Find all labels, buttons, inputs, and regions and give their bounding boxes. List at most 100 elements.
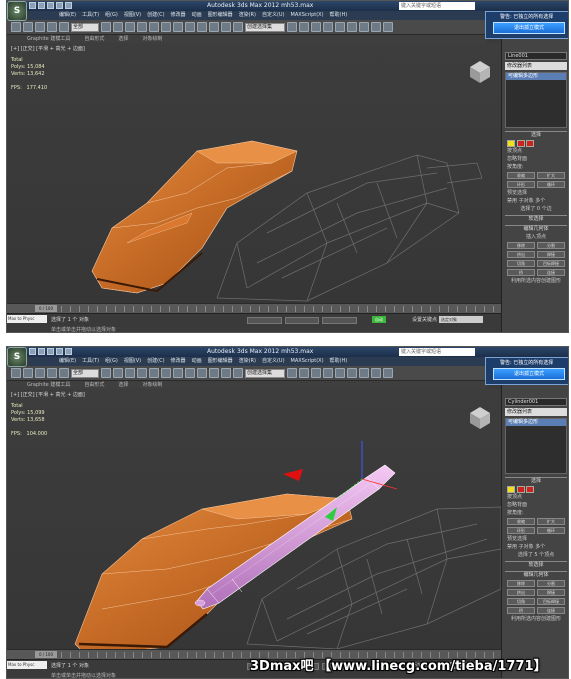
move-icon[interactable] bbox=[149, 22, 159, 32]
menu-item-rendering[interactable]: 渲染(R) bbox=[239, 11, 256, 20]
viewport[interactable] bbox=[7, 43, 501, 303]
preview-subobject-radio[interactable]: 子对象 bbox=[519, 544, 534, 550]
render-setup-icon[interactable] bbox=[359, 368, 369, 378]
select-icon[interactable] bbox=[101, 22, 111, 32]
select-by-name-icon[interactable] bbox=[113, 368, 123, 378]
menu-item-modifiers[interactable]: 修改器 bbox=[171, 357, 186, 366]
modifier-list-dropdown[interactable]: 修改器列表 bbox=[505, 62, 567, 70]
soft-selection-rollout[interactable]: 软选择 bbox=[505, 561, 567, 568]
rect-select-icon[interactable] bbox=[125, 368, 135, 378]
vertex-mode-icon[interactable] bbox=[507, 486, 515, 493]
named-selection-dropdown[interactable]: 创建选择集 bbox=[245, 368, 285, 378]
y-field[interactable] bbox=[284, 317, 320, 324]
menu-item-create[interactable]: 创建(C) bbox=[147, 357, 164, 366]
render-icon[interactable] bbox=[383, 368, 393, 378]
spinner-snap-icon[interactable] bbox=[233, 22, 243, 32]
window-crossing-icon[interactable] bbox=[137, 368, 147, 378]
menu-item-help[interactable]: 帮助(H) bbox=[330, 357, 348, 366]
selection-filter-dropdown[interactable]: 全部 bbox=[71, 22, 99, 32]
auto-key-button[interactable]: 自动 bbox=[372, 316, 386, 323]
tab-freeform[interactable]: 自由形式 bbox=[84, 35, 104, 43]
window-crossing-icon[interactable] bbox=[137, 22, 147, 32]
link-icon[interactable] bbox=[35, 368, 45, 378]
viewport[interactable] bbox=[7, 389, 501, 649]
unlink-icon[interactable] bbox=[47, 22, 57, 32]
menu-item-edit[interactable]: 编辑(E) bbox=[59, 357, 76, 366]
angle-snap-icon[interactable] bbox=[209, 368, 219, 378]
snap-icon[interactable] bbox=[197, 22, 207, 32]
undo-icon[interactable] bbox=[56, 2, 63, 9]
schematic-icon[interactable] bbox=[335, 22, 345, 32]
search-input[interactable]: 键入关键字或短语 bbox=[399, 348, 475, 356]
tab-selection[interactable]: 选择 bbox=[118, 381, 128, 389]
tab-object-paint[interactable]: 对象绘制 bbox=[142, 35, 162, 43]
by-vertex-checkbox[interactable]: 按顶点 bbox=[507, 148, 565, 154]
scale-icon[interactable] bbox=[173, 22, 183, 32]
menu-item-graph-editors[interactable]: 图形编辑器 bbox=[208, 357, 233, 366]
preview-multi-radio[interactable]: 多个 bbox=[535, 544, 545, 550]
preview-multi-radio[interactable]: 多个 bbox=[535, 198, 545, 204]
by-angle-checkbox[interactable]: 按角度: bbox=[507, 510, 565, 516]
layer-icon[interactable] bbox=[311, 22, 321, 32]
render-icon[interactable] bbox=[383, 22, 393, 32]
grow-button[interactable]: 扩大 bbox=[537, 172, 565, 179]
remove-button[interactable]: 移除 bbox=[507, 580, 535, 587]
object-name-field[interactable]: Line001 bbox=[505, 52, 567, 60]
remove-button[interactable]: 移除 bbox=[507, 242, 535, 249]
exit-isolation-button[interactable]: 退出孤立模式 bbox=[493, 22, 565, 34]
tab-graphite[interactable]: Graphite 建模工具 bbox=[27, 381, 70, 389]
timeline[interactable]: 0 / 100 bbox=[7, 303, 501, 313]
viewport-label[interactable]: [+] [正交] [平滑 + 高光 + 边面] bbox=[11, 391, 85, 398]
menu-item-customize[interactable]: 自定义(U) bbox=[262, 357, 285, 366]
menu-item-customize[interactable]: 自定义(U) bbox=[262, 11, 285, 20]
new-icon[interactable] bbox=[29, 2, 36, 9]
menu-item-create[interactable]: 创建(C) bbox=[147, 11, 164, 20]
menu-item-help[interactable]: 帮助(H) bbox=[330, 11, 348, 20]
menu-item-maxscript[interactable]: MAXScript(X) bbox=[291, 11, 324, 20]
rect-select-icon[interactable] bbox=[125, 22, 135, 32]
search-input[interactable]: 键入关键字或短语 bbox=[399, 2, 475, 10]
named-selection-dropdown[interactable]: 创建选择集 bbox=[245, 22, 285, 32]
loop-button[interactable]: 循环 bbox=[537, 181, 565, 188]
stack-item[interactable]: 可编辑多边形 bbox=[506, 73, 566, 80]
menu-item-rendering[interactable]: 渲染(R) bbox=[239, 357, 256, 366]
edge-mode-icon[interactable] bbox=[516, 486, 525, 493]
snap-icon[interactable] bbox=[197, 368, 207, 378]
material-editor-icon[interactable] bbox=[347, 368, 357, 378]
x-field[interactable] bbox=[247, 317, 282, 324]
menu-item-animation[interactable]: 动画 bbox=[192, 11, 202, 20]
time-slider[interactable]: 0 / 100 bbox=[35, 651, 57, 658]
target-weld-button[interactable]: 目标焊接 bbox=[537, 598, 565, 605]
key-filter-dropdown[interactable]: 选定对象 bbox=[439, 316, 483, 323]
selection-rollout-header[interactable]: 选择 bbox=[505, 477, 567, 484]
menu-item-tools[interactable]: 工具(T) bbox=[82, 357, 99, 366]
render-frame-icon[interactable] bbox=[371, 368, 381, 378]
bind-icon[interactable] bbox=[59, 22, 69, 32]
chamfer-button[interactable]: 切角 bbox=[507, 598, 535, 605]
angle-snap-icon[interactable] bbox=[209, 22, 219, 32]
schematic-icon[interactable] bbox=[335, 368, 345, 378]
track-bar[interactable] bbox=[61, 306, 495, 312]
modifier-stack[interactable]: 可编辑多边形 bbox=[505, 418, 567, 474]
weld-button[interactable]: 焊接 bbox=[537, 589, 565, 596]
edit-geometry-rollout[interactable]: 编辑几何体 bbox=[505, 571, 567, 578]
tab-selection[interactable]: 选择 bbox=[118, 35, 128, 43]
chamfer-button[interactable]: 切角 bbox=[507, 260, 535, 267]
tab-object-paint[interactable]: 对象绘制 bbox=[142, 381, 162, 389]
edit-geometry-rollout[interactable]: 编辑几何体 bbox=[505, 225, 567, 232]
menu-item-group[interactable]: 组(G) bbox=[105, 11, 118, 20]
open-icon[interactable] bbox=[38, 2, 45, 9]
render-frame-icon[interactable] bbox=[371, 22, 381, 32]
bind-icon[interactable] bbox=[59, 368, 69, 378]
pivot-icon[interactable] bbox=[185, 368, 195, 378]
menu-item-tools[interactable]: 工具(T) bbox=[82, 11, 99, 20]
poly-mode-icon[interactable] bbox=[526, 486, 535, 493]
menu-item-graph-editors[interactable]: 图形编辑器 bbox=[208, 11, 233, 20]
object-name-field[interactable]: Cylinder001 bbox=[505, 398, 567, 406]
weld-button[interactable]: 焊接 bbox=[537, 251, 565, 258]
connect-button[interactable]: 连接 bbox=[537, 607, 565, 614]
menu-item-modifiers[interactable]: 修改器 bbox=[171, 11, 186, 20]
app-logo-icon[interactable]: S bbox=[7, 347, 27, 367]
mirror-icon[interactable] bbox=[287, 22, 297, 32]
undo-icon[interactable] bbox=[56, 348, 63, 355]
